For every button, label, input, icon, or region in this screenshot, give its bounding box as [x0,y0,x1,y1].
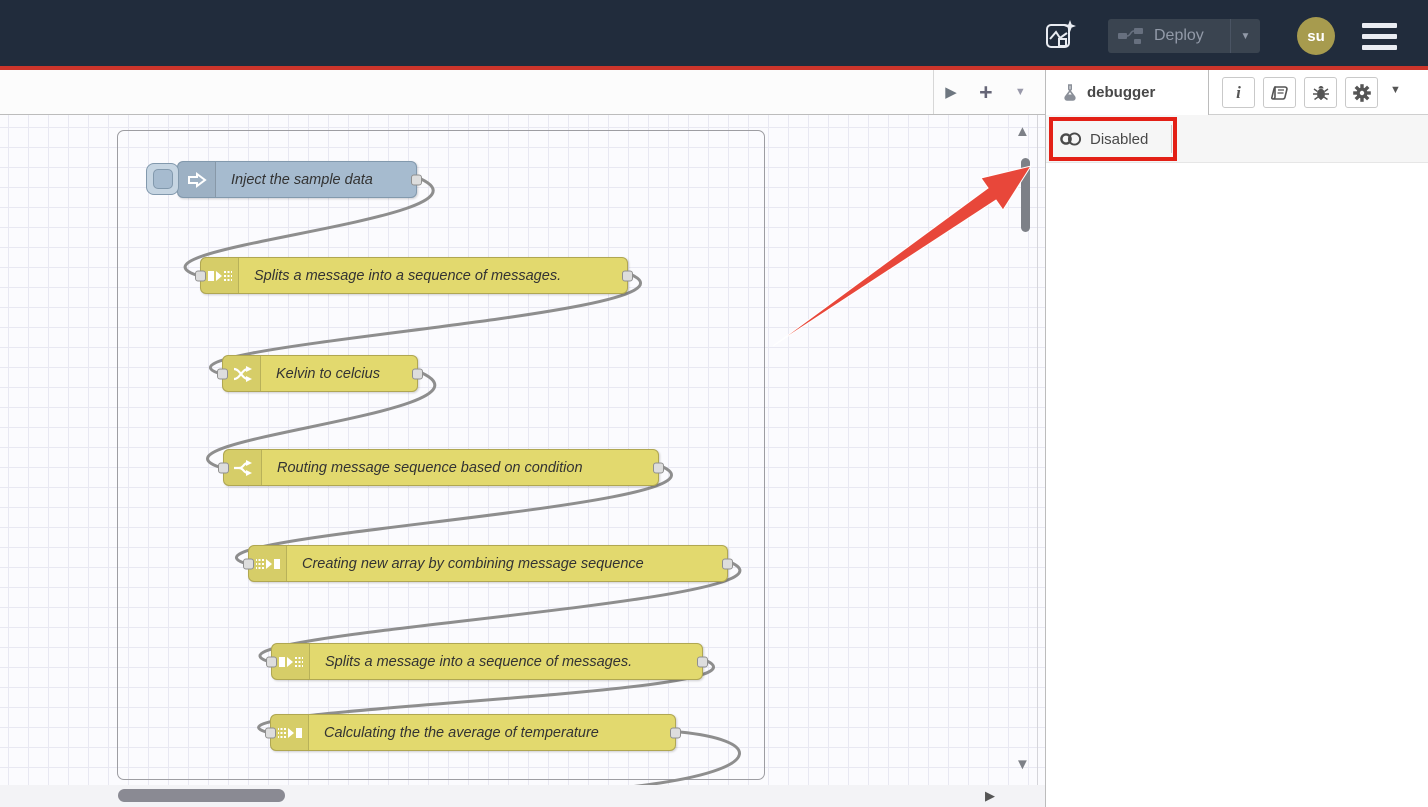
user-avatar[interactable]: su [1297,17,1335,55]
scroll-right-arrow[interactable]: ▶ [985,788,995,804]
hamburger-bar [1362,34,1397,39]
add-flow-button[interactable]: + [979,82,992,102]
gear-icon [1353,84,1371,102]
flow-list-dropdown-icon[interactable]: ▼ [1015,86,1026,98]
node-output-port[interactable] [670,727,681,738]
deploy-options-caret[interactable]: ▼ [1230,19,1260,53]
book-icon [1271,85,1289,101]
node-output-port[interactable] [411,174,422,185]
node-output-port[interactable] [622,270,633,281]
flow-node-join-2[interactable]: Calculating the the average of temperatu… [270,714,676,751]
node-output-port[interactable] [697,656,708,667]
node-label: Inject the sample data [231,172,373,188]
canvas-edge-line [1037,115,1038,785]
flask-icon [1062,84,1078,101]
deploy-nodes-icon [1118,28,1144,44]
node-label: Splits a message into a sequence of mess… [325,654,632,670]
horizontal-scrollbar[interactable]: ▶ [0,785,1045,807]
change-icon [223,356,261,391]
scroll-up-arrow[interactable]: ▲ [1015,123,1030,140]
hamburger-bar [1362,45,1397,50]
horizontal-scrollbar-thumb[interactable] [118,789,285,802]
node-label: Splits a message into a sequence of mess… [254,268,561,284]
node-input-port[interactable] [266,656,277,667]
tab-debugger-label: debugger [1087,84,1155,101]
help-button[interactable] [1263,77,1296,108]
join-icon [249,546,287,581]
tab-debugger[interactable]: debugger [1052,70,1209,115]
disabled-label: Disabled [1090,131,1148,148]
vertical-scrollbar-thumb[interactable] [1021,158,1030,232]
node-input-port[interactable] [195,270,206,281]
inject-trigger-button[interactable] [146,163,179,195]
toolbar-divider [1171,125,1172,153]
debug-filter-row: Disabled [1046,115,1428,163]
sidebar-options-caret[interactable]: ▼ [1390,84,1401,96]
flow-canvas[interactable]: Inject the sample data Splits a message … [0,115,1045,785]
right-sidebar: debugger i [1045,70,1428,807]
join-icon [271,715,309,750]
info-icon: i [1236,83,1241,103]
node-label: Creating new array by combining message … [302,556,644,572]
flow-node-split-1[interactable]: Splits a message into a sequence of mess… [200,257,628,294]
node-output-port[interactable] [722,558,733,569]
flow-assistant-icon[interactable] [1043,17,1077,51]
node-input-port[interactable] [217,368,228,379]
disabled-toggle-button[interactable]: Disabled [1060,126,1148,152]
next-tab-icon[interactable]: ▶ [945,83,957,101]
deploy-label: Deploy [1154,27,1230,45]
node-input-port[interactable] [218,462,229,473]
node-input-port[interactable] [265,727,276,738]
node-input-port[interactable] [243,558,254,569]
scroll-down-arrow[interactable]: ▼ [1015,756,1030,773]
node-label: Routing message sequence based on condit… [277,460,583,476]
main-menu-button[interactable] [1362,23,1397,50]
switch-icon [224,450,262,485]
node-label: Kelvin to celcius [276,366,380,382]
split-icon [201,258,239,293]
sidebar-tab-row: debugger i [1046,70,1428,115]
inject-button-face [153,169,173,189]
workspace-tab-bar: ▶ + ▼ [0,70,1045,115]
info-button[interactable]: i [1222,77,1255,108]
node-output-port[interactable] [412,368,423,379]
flow-node-join-1[interactable]: Creating new array by combining message … [248,545,728,582]
header-bar: Deploy ▼ su [0,0,1428,66]
tab-bar-controls: ▶ + ▼ [933,70,1037,114]
toggle-off-icon [1060,132,1082,146]
deploy-button[interactable]: Deploy ▼ [1108,19,1260,53]
flow-node-split-2[interactable]: Splits a message into a sequence of mess… [271,643,703,680]
settings-button[interactable] [1345,77,1378,108]
hamburger-bar [1362,23,1397,28]
flow-node-change[interactable]: Kelvin to celcius [222,355,418,392]
inject-arrow-icon [178,162,216,197]
node-label: Calculating the the average of temperatu… [324,725,599,741]
bug-icon [1312,84,1330,101]
flow-node-switch[interactable]: Routing message sequence based on condit… [223,449,659,486]
debug-button[interactable] [1304,77,1337,108]
flow-node-inject[interactable]: Inject the sample data [177,161,417,198]
node-output-port[interactable] [653,462,664,473]
split-icon [272,644,310,679]
header-accent-line [0,66,1428,70]
